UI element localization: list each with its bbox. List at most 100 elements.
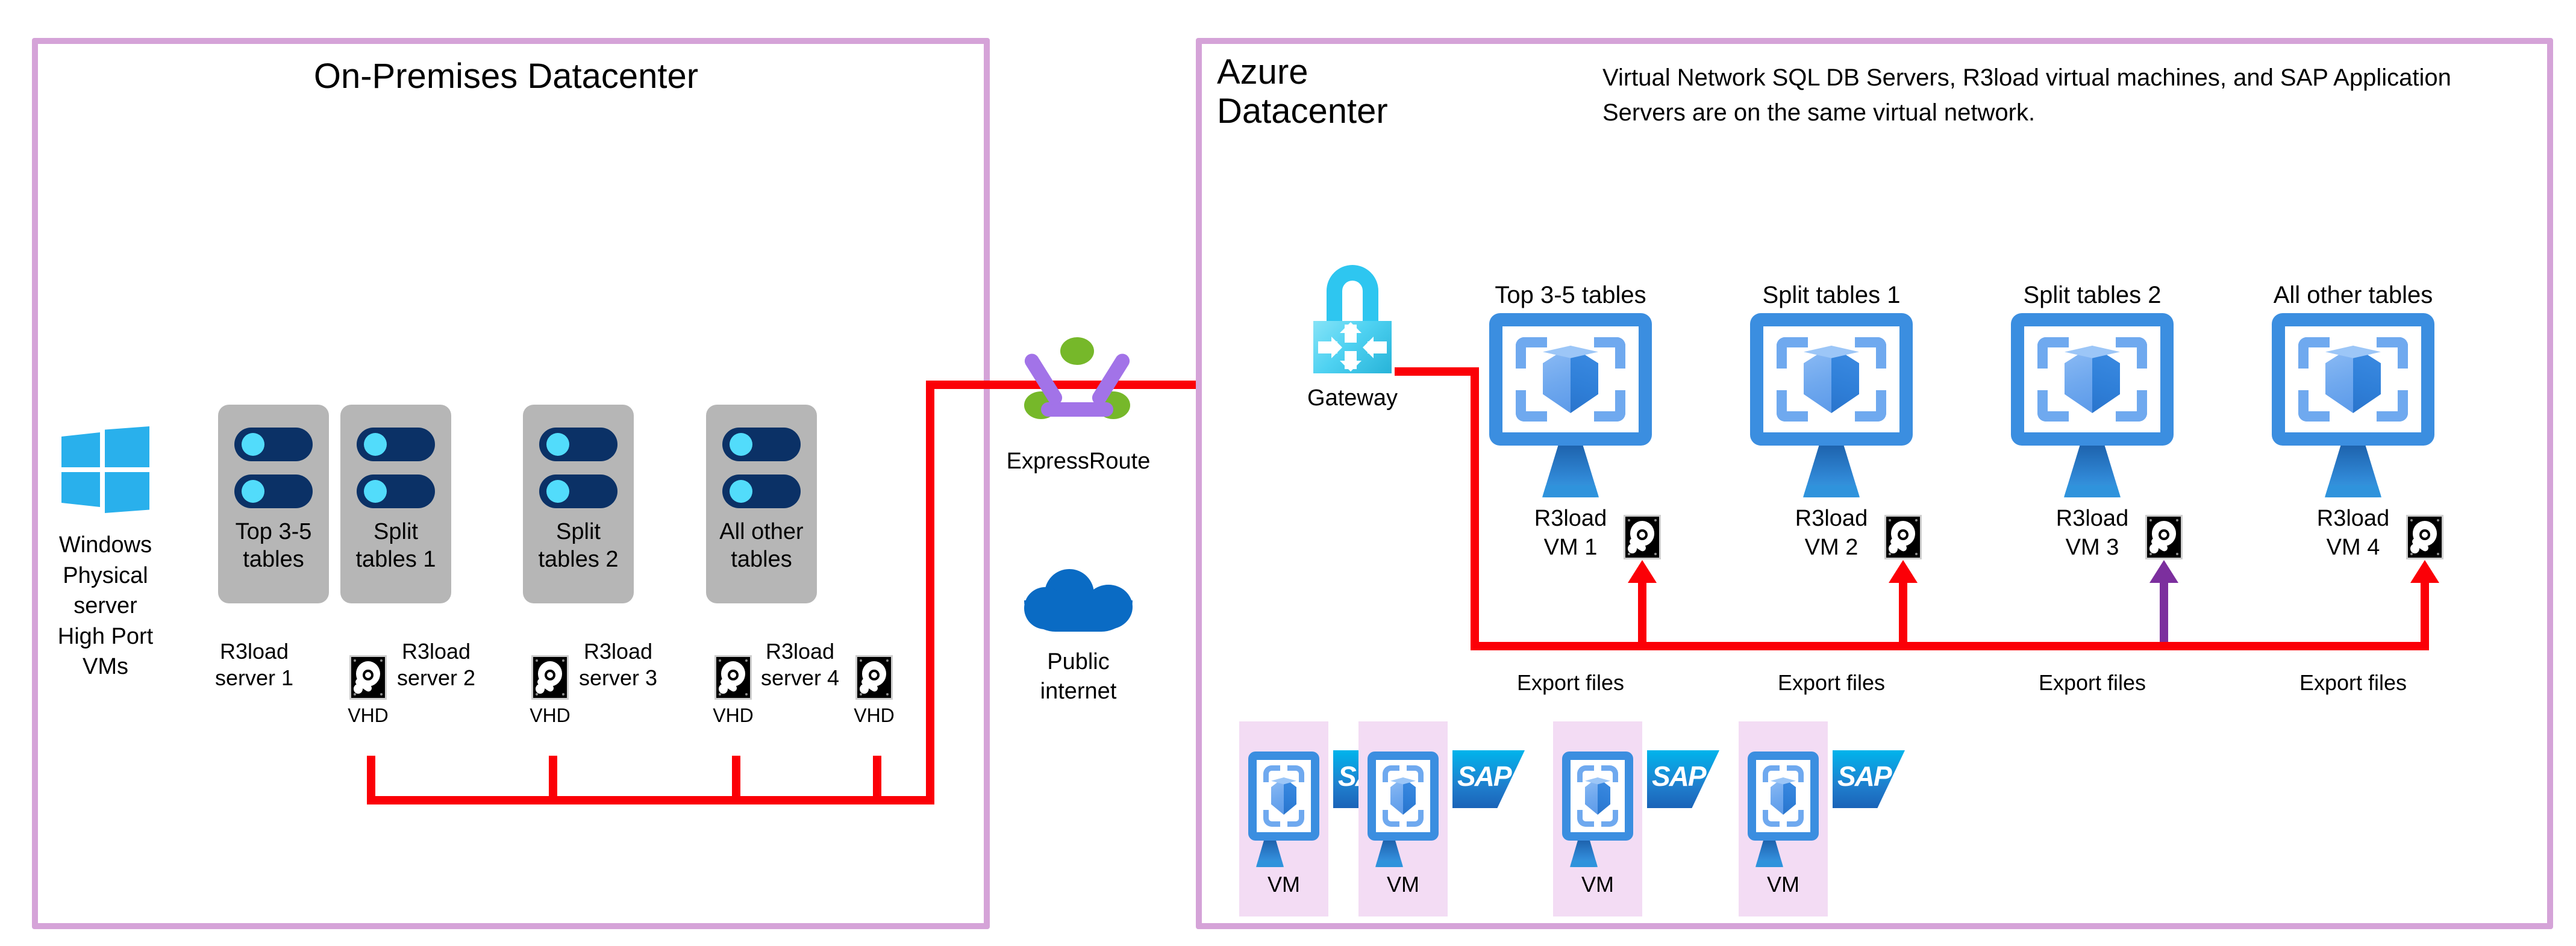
on-premises-title: On-Premises Datacenter bbox=[313, 57, 699, 96]
onprem-rack-3: Split tables 2 bbox=[523, 405, 634, 603]
connector-azure-riser bbox=[1471, 367, 1479, 650]
connector-vm-riser-4 bbox=[2421, 582, 2429, 648]
rack-bay bbox=[539, 428, 617, 461]
sap-vm-monitor-3 bbox=[1562, 752, 1633, 841]
bracket-icon bbox=[1855, 390, 1886, 422]
public-internet-label: Public internet bbox=[1040, 649, 1117, 705]
expressroute-icon bbox=[1022, 337, 1133, 434]
rack-led-icon bbox=[546, 433, 569, 456]
vm-cube-icon bbox=[1804, 346, 1859, 413]
onprem-rack-1: Top 3-5 tables bbox=[218, 405, 329, 603]
public-internet-cloud-icon bbox=[1024, 569, 1133, 632]
vm-disk-icon-3 bbox=[2145, 515, 2183, 559]
vm-disk-icon-1 bbox=[1624, 515, 1661, 559]
sap-vm-label-4: VM bbox=[1767, 872, 1799, 897]
rack-tables-label: Split tables 1 bbox=[355, 519, 436, 573]
sap-logo-text: SAP bbox=[1837, 761, 1892, 792]
vm-cube-icon bbox=[1585, 777, 1610, 815]
azure-vm-monitor-3 bbox=[2011, 313, 2174, 446]
arrow-up-icon-4 bbox=[2410, 560, 2439, 583]
bracket-icon bbox=[1855, 337, 1886, 369]
rack-bay bbox=[234, 475, 313, 508]
onprem-rack-4: All other tables bbox=[706, 405, 817, 603]
rack-led-icon bbox=[546, 480, 569, 503]
rack-tables-label: Split tables 2 bbox=[538, 519, 619, 573]
azure-title: Azure Datacenter bbox=[1217, 52, 1388, 131]
vhd-disk-icon bbox=[855, 655, 893, 700]
connector-vhd-drop-1 bbox=[367, 756, 375, 801]
bracket-icon bbox=[1594, 390, 1625, 422]
connector-onprem-bus bbox=[367, 796, 934, 804]
onprem-server-label-4: R3load server 4 bbox=[760, 639, 840, 690]
export-files-label-3: Export files bbox=[2038, 670, 2146, 695]
vm-cube-icon bbox=[1390, 777, 1416, 815]
rack-led-icon bbox=[242, 433, 264, 456]
bracket-icon bbox=[2377, 337, 2408, 369]
rack-tables-label: Top 3-5 tables bbox=[235, 519, 312, 573]
connector-onprem-riser bbox=[926, 381, 934, 804]
export-files-label-2: Export files bbox=[1777, 670, 1886, 695]
azure-vm-title-4: All other tables bbox=[2273, 282, 2433, 308]
azure-vm-monitor-2 bbox=[1750, 313, 1913, 446]
azure-network-note: Virtual Network SQL DB Servers, R3load v… bbox=[1602, 64, 2451, 126]
sap-vm-label-2: VM bbox=[1387, 872, 1419, 897]
azure-vm-title-3: Split tables 2 bbox=[2023, 282, 2162, 308]
sap-vm-label-3: VM bbox=[1581, 872, 1614, 897]
on-premises-datacenter-panel bbox=[32, 38, 990, 929]
gateway-label: Gateway bbox=[1307, 385, 1398, 411]
vhd-label-1: VHD bbox=[348, 705, 389, 726]
rack-bay bbox=[539, 475, 617, 508]
windows-logo-icon bbox=[61, 426, 149, 515]
onprem-server-label-2: R3load server 2 bbox=[396, 639, 476, 690]
connector-gateway-out bbox=[1395, 367, 1479, 376]
vhd-label-2: VHD bbox=[530, 705, 571, 726]
rack-bay bbox=[357, 475, 435, 508]
rack-led-icon bbox=[242, 480, 264, 503]
rack-tables-label: All other tables bbox=[719, 519, 804, 573]
rack-bay bbox=[722, 428, 801, 461]
vm-cube-icon bbox=[2065, 346, 2120, 413]
vhd-label-4: VHD bbox=[854, 705, 895, 726]
rack-led-icon bbox=[364, 480, 387, 503]
vm-disk-icon-2 bbox=[1884, 515, 1922, 559]
bracket-icon bbox=[1594, 337, 1625, 369]
vm-cube-icon bbox=[2325, 346, 2381, 413]
vm-disk-icon-4 bbox=[2406, 515, 2443, 559]
rack-led-icon bbox=[730, 433, 752, 456]
arrow-up-icon-1 bbox=[1628, 560, 1657, 583]
connector-vm-riser-3 bbox=[2160, 582, 2168, 648]
bracket-icon bbox=[2377, 390, 2408, 422]
windows-server-caption: Windows Physical server High Port VMs bbox=[57, 532, 154, 680]
connector-vm-riser-2 bbox=[1899, 582, 1907, 648]
sap-vm-monitor-1 bbox=[1248, 752, 1319, 841]
azure-vm-title-1: Top 3-5 tables bbox=[1495, 282, 1646, 308]
azure-vm-monitor-1 bbox=[1489, 313, 1652, 446]
rack-led-icon bbox=[364, 433, 387, 456]
onprem-rack-2: Split tables 1 bbox=[340, 405, 451, 603]
connector-vhd-drop-3 bbox=[732, 756, 740, 801]
onprem-server-label-3: R3load server 3 bbox=[578, 639, 658, 690]
vm-cube-icon bbox=[1271, 777, 1296, 815]
gateway-lock-icon bbox=[1313, 265, 1392, 373]
bracket-icon bbox=[2116, 337, 2147, 369]
sap-logo-text: SAP bbox=[1652, 761, 1707, 792]
arrow-up-icon-3 bbox=[2149, 560, 2178, 583]
connector-vhd-drop-2 bbox=[549, 756, 557, 801]
expressroute-label: ExpressRoute bbox=[1006, 449, 1151, 474]
connector-azure-bus bbox=[1471, 642, 2429, 650]
connector-vm-riser-1 bbox=[1638, 582, 1646, 648]
vm-cube-icon bbox=[1771, 777, 1796, 815]
azure-vm-title-2: Split tables 1 bbox=[1762, 282, 1901, 308]
vm-cube-icon bbox=[1543, 346, 1598, 413]
sap-vm-monitor-2 bbox=[1368, 752, 1439, 841]
rack-led-icon bbox=[730, 480, 752, 503]
azure-vm-monitor-4 bbox=[2272, 313, 2434, 446]
connector-vhd-drop-4 bbox=[873, 756, 881, 801]
rack-bay bbox=[357, 428, 435, 461]
onprem-server-label-1: R3load server 1 bbox=[214, 639, 294, 690]
export-files-label-1: Export files bbox=[1516, 670, 1625, 695]
arrow-up-icon-2 bbox=[1889, 560, 1918, 583]
rack-bay bbox=[722, 475, 801, 508]
bracket-icon bbox=[2116, 390, 2147, 422]
diagram-canvas: On-Premises Datacenter Windows Physical … bbox=[0, 0, 2576, 946]
